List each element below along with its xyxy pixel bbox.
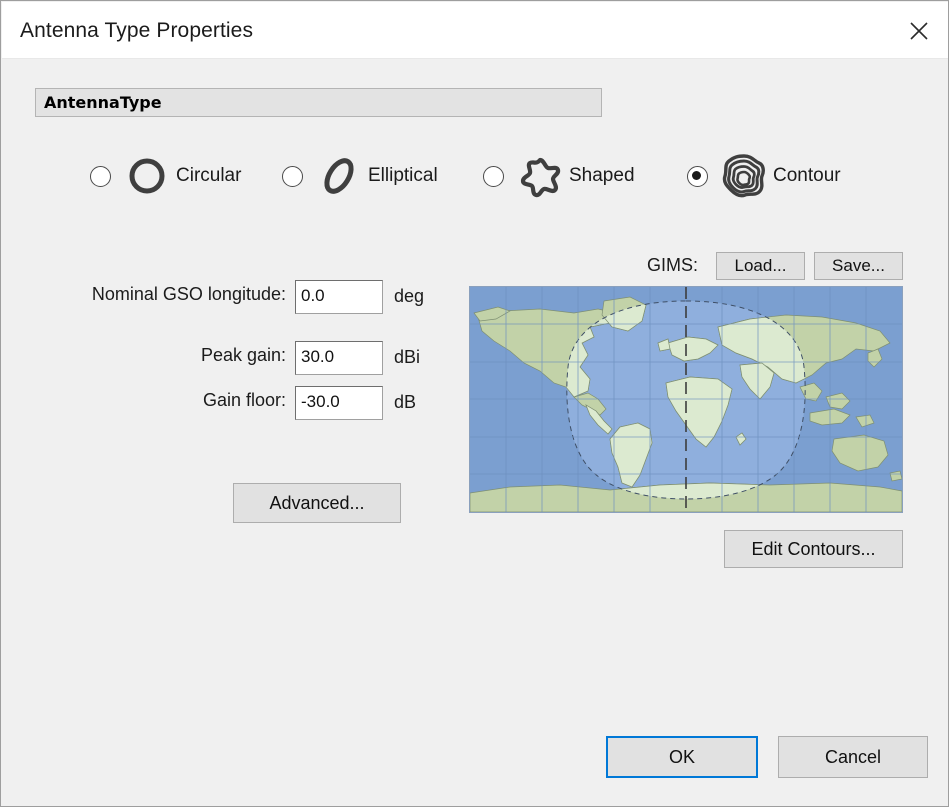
- close-icon[interactable]: [889, 2, 948, 59]
- gims-label: GIMS:: [647, 255, 699, 275]
- antenna-type-option-elliptical[interactable]: Elliptical: [282, 153, 438, 199]
- antenna-type-label-elliptical: Elliptical: [368, 165, 438, 186]
- circle-outline-icon: [124, 153, 170, 199]
- antenna-type-option-contour[interactable]: Contour: [687, 153, 841, 199]
- blob-star-outline-icon: [517, 153, 563, 199]
- radio-shaped[interactable]: [483, 165, 504, 187]
- antenna-type-option-circular[interactable]: Circular: [90, 153, 241, 199]
- field-peak-gain: Peak gain: dBi: [201, 341, 420, 375]
- ok-button[interactable]: OK: [606, 736, 758, 778]
- field-unit-nominal-gso-longitude: deg: [394, 286, 425, 306]
- ellipse-outline-icon: [316, 153, 362, 199]
- field-gain-floor: Gain floor: dB: [203, 386, 416, 420]
- group-header-label: AntennaType: [44, 93, 162, 112]
- peak-gain-input[interactable]: [295, 341, 383, 375]
- gain-floor-input[interactable]: [295, 386, 383, 420]
- field-nominal-gso-longitude: Nominal GSO longitude: deg: [92, 280, 424, 314]
- dialog-body: AntennaType Circular Elliptical Shaped C…: [2, 59, 948, 806]
- field-label-nominal-gso-longitude: Nominal GSO longitude:: [91, 284, 286, 304]
- radio-elliptical[interactable]: [282, 165, 303, 187]
- gims-save-button[interactable]: Save...: [814, 252, 903, 280]
- gims-load-button[interactable]: Load...: [716, 252, 805, 280]
- edit-contours-button[interactable]: Edit Contours...: [724, 530, 903, 568]
- antenna-type-label-circular: Circular: [176, 165, 242, 186]
- antenna-type-label-shaped: Shaped: [569, 165, 635, 186]
- antenna-type-properties-dialog: Antenna Type Properties AntennaType Circ…: [0, 0, 949, 807]
- field-unit-peak-gain: dBi: [394, 347, 421, 367]
- antenna-type-label-contour: Contour: [773, 165, 841, 186]
- advanced-button[interactable]: Advanced...: [233, 483, 401, 523]
- page-title: Antenna Type Properties: [20, 19, 254, 42]
- contour-rings-icon: [721, 153, 767, 199]
- field-unit-gain-floor: dB: [394, 392, 417, 412]
- radio-circular[interactable]: [90, 165, 111, 187]
- cancel-button[interactable]: Cancel: [778, 736, 928, 778]
- field-label-gain-floor: Gain floor:: [202, 390, 286, 410]
- coverage-map-preview[interactable]: [469, 286, 903, 513]
- radio-contour[interactable]: [687, 165, 708, 187]
- title-bar: Antenna Type Properties: [2, 2, 948, 59]
- antenna-type-group-header: AntennaType: [35, 88, 602, 117]
- antenna-type-option-shaped[interactable]: Shaped: [483, 153, 635, 199]
- field-label-peak-gain: Peak gain:: [200, 345, 286, 365]
- nominal-gso-longitude-input[interactable]: [295, 280, 383, 314]
